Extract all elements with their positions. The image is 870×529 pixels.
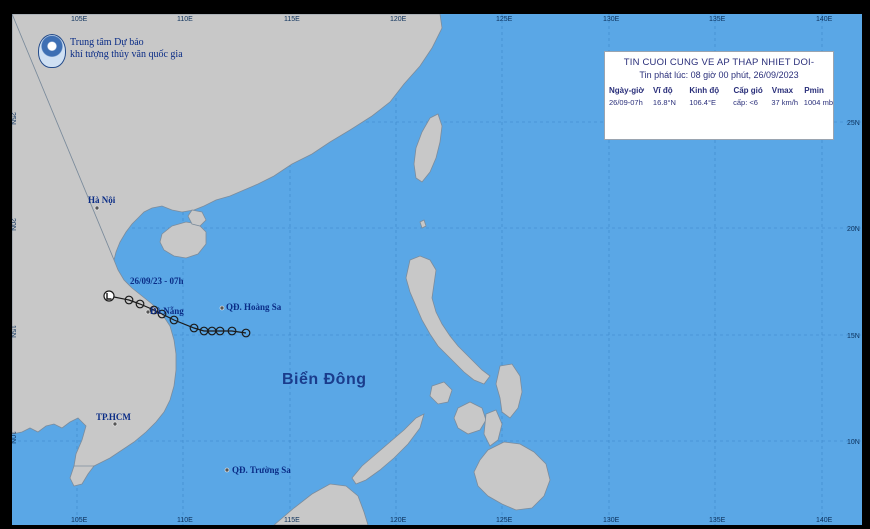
- lon-tick: 115E: [284, 517, 300, 524]
- row-cell: 1004 mb: [803, 97, 833, 107]
- lon-tick: 105E: [71, 517, 88, 524]
- region-label: Biển Đông: [282, 371, 367, 388]
- mindoro: [429, 381, 453, 405]
- bulletin-box: TIN CUOI CUNG VE AP THAP NHIET DOI- Tin …: [604, 51, 834, 140]
- lon-tick: 140E: [816, 16, 833, 23]
- header-cell: Pmin: [804, 85, 824, 95]
- lon-tick: 125E: [496, 16, 513, 23]
- lat-tick: 25N: [12, 112, 16, 125]
- palawan: [351, 413, 425, 485]
- lon-tick: 125E: [496, 517, 513, 524]
- row-cell: 16.8°N: [652, 97, 676, 107]
- header-cell: Cấp gió: [733, 85, 763, 95]
- bulletin-title: TIN CUOI CUNG VE AP THAP NHIET DOI-: [623, 57, 815, 68]
- hoangsa-dot: [219, 305, 225, 311]
- hainan: [159, 221, 207, 259]
- track-time-label: 26/09/23 - 07h: [130, 276, 184, 286]
- lon-tick: 105E: [71, 16, 88, 23]
- lon-tick: 130E: [603, 16, 620, 23]
- lat-tick: 20N: [12, 218, 16, 231]
- lon-tick: 135E: [709, 16, 726, 23]
- agency-name-line1: Trung tâm Dự báo: [70, 37, 144, 48]
- agency-name: Trung tâm Dự báo khí tượng thủy văn quốc…: [70, 37, 183, 61]
- luzon: [405, 255, 491, 385]
- weather-agency-emblem-icon: [38, 34, 66, 68]
- bulletin-header-row: Ngày-giờ Vĩ độ Kinh độ Cấp gió Vmax Pmin: [609, 84, 833, 96]
- lat-tick: 10N: [847, 439, 860, 446]
- header-cell: Kinh độ: [689, 85, 720, 95]
- row-cell: cấp: <6: [733, 97, 758, 107]
- lon-tick: 110E: [177, 517, 193, 524]
- lon-tick: 130E: [603, 517, 620, 524]
- row-cell: 26/09-07h: [609, 97, 643, 107]
- bulletin-row: 26/09-07h 16.8°N 106.4°E cấp: <6 37 km/h…: [609, 96, 833, 108]
- lat-tick: 15N: [12, 325, 16, 338]
- truongsa-dot: [224, 467, 230, 473]
- header-cell: Vĩ độ: [653, 85, 673, 95]
- visayas: [453, 401, 487, 435]
- place-label-hanoi: Hà Nội: [88, 195, 116, 205]
- lon-tick: 135E: [709, 517, 726, 524]
- header-cell: Vmax: [771, 85, 794, 95]
- place-label-danang: Đà Nẵng: [150, 306, 184, 316]
- lat-tick: 15N: [847, 333, 860, 340]
- agency-name-line2: khí tượng thủy văn quốc gia: [70, 49, 183, 60]
- bulletin-issued: Tin phát lúc: 08 giờ 00 phút, 26/09/2023: [639, 70, 799, 80]
- header-cell: Ngày-giờ: [609, 85, 645, 95]
- mindanao: [473, 441, 551, 511]
- camau-peninsula: [69, 465, 95, 487]
- lat-tick: 20N: [847, 226, 860, 233]
- lon-tick: 120E: [390, 16, 407, 23]
- row-cell: 37 km/h: [771, 97, 799, 107]
- hanoi-dot: [94, 205, 100, 211]
- lon-tick: 120E: [390, 517, 407, 524]
- taiwan: [413, 113, 443, 183]
- screenshot-frame: 105E 110E 115E 120E 125E 130E 135E 140E …: [0, 0, 870, 529]
- batanes: [419, 219, 427, 229]
- bulletin-table: Ngày-giờ Vĩ độ Kinh độ Cấp gió Vmax Pmin…: [609, 84, 833, 108]
- lon-tick: 110E: [177, 16, 193, 23]
- row-cell: 106.4°E: [689, 97, 716, 107]
- lon-tick: 115E: [284, 16, 300, 23]
- lat-tick: 25N: [847, 120, 860, 127]
- samar-leyte: [495, 363, 523, 419]
- lat-labels-right: 25N 20N 15N 10N: [847, 120, 860, 446]
- lon-labels-top: 105E 110E 115E 120E 125E 130E 135E 140E: [71, 16, 833, 23]
- place-label-hoangsa: QĐ. Hoàng Sa: [226, 302, 282, 312]
- tphcm-dot: [112, 421, 118, 427]
- place-label-tphcm: TP.HCM: [96, 412, 131, 422]
- place-label-truongsa: QĐ. Trường Sa: [232, 465, 291, 475]
- lon-tick: 140E: [816, 517, 833, 524]
- low-pressure-icon: [103, 290, 115, 302]
- lat-tick: 10N: [12, 431, 16, 444]
- negros-cebu: [483, 409, 503, 447]
- lon-labels-bottom: 105E 110E 115E 120E 125E 130E 135E 140E: [71, 517, 833, 524]
- landmass: [12, 14, 551, 525]
